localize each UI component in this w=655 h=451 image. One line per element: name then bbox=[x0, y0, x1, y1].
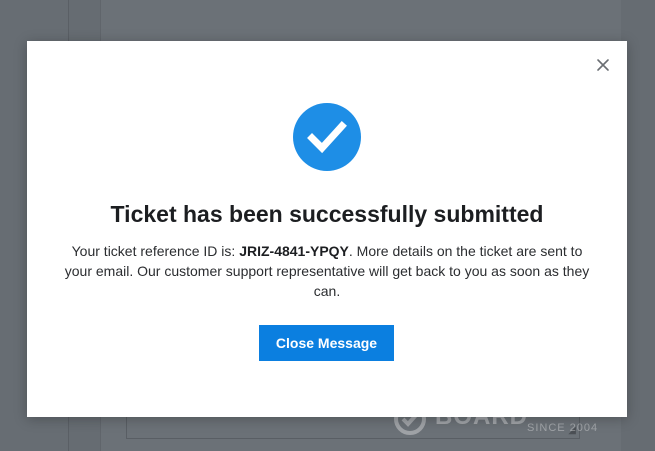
modal-title: Ticket has been successfully submitted bbox=[110, 201, 544, 227]
modal-message: Your ticket reference ID is: JRIZ-4841-Y… bbox=[61, 241, 593, 301]
ticket-reference-id: JRIZ-4841-YPQY bbox=[239, 243, 349, 259]
success-modal: Ticket has been successfully submitted Y… bbox=[27, 41, 627, 417]
check-circle-icon bbox=[293, 103, 361, 171]
watermark-tagline: SINCE 2004 bbox=[527, 421, 599, 434]
close-message-button[interactable]: Close Message bbox=[259, 325, 394, 361]
close-icon[interactable] bbox=[595, 57, 611, 73]
message-prefix: Your ticket reference ID is: bbox=[71, 243, 240, 259]
